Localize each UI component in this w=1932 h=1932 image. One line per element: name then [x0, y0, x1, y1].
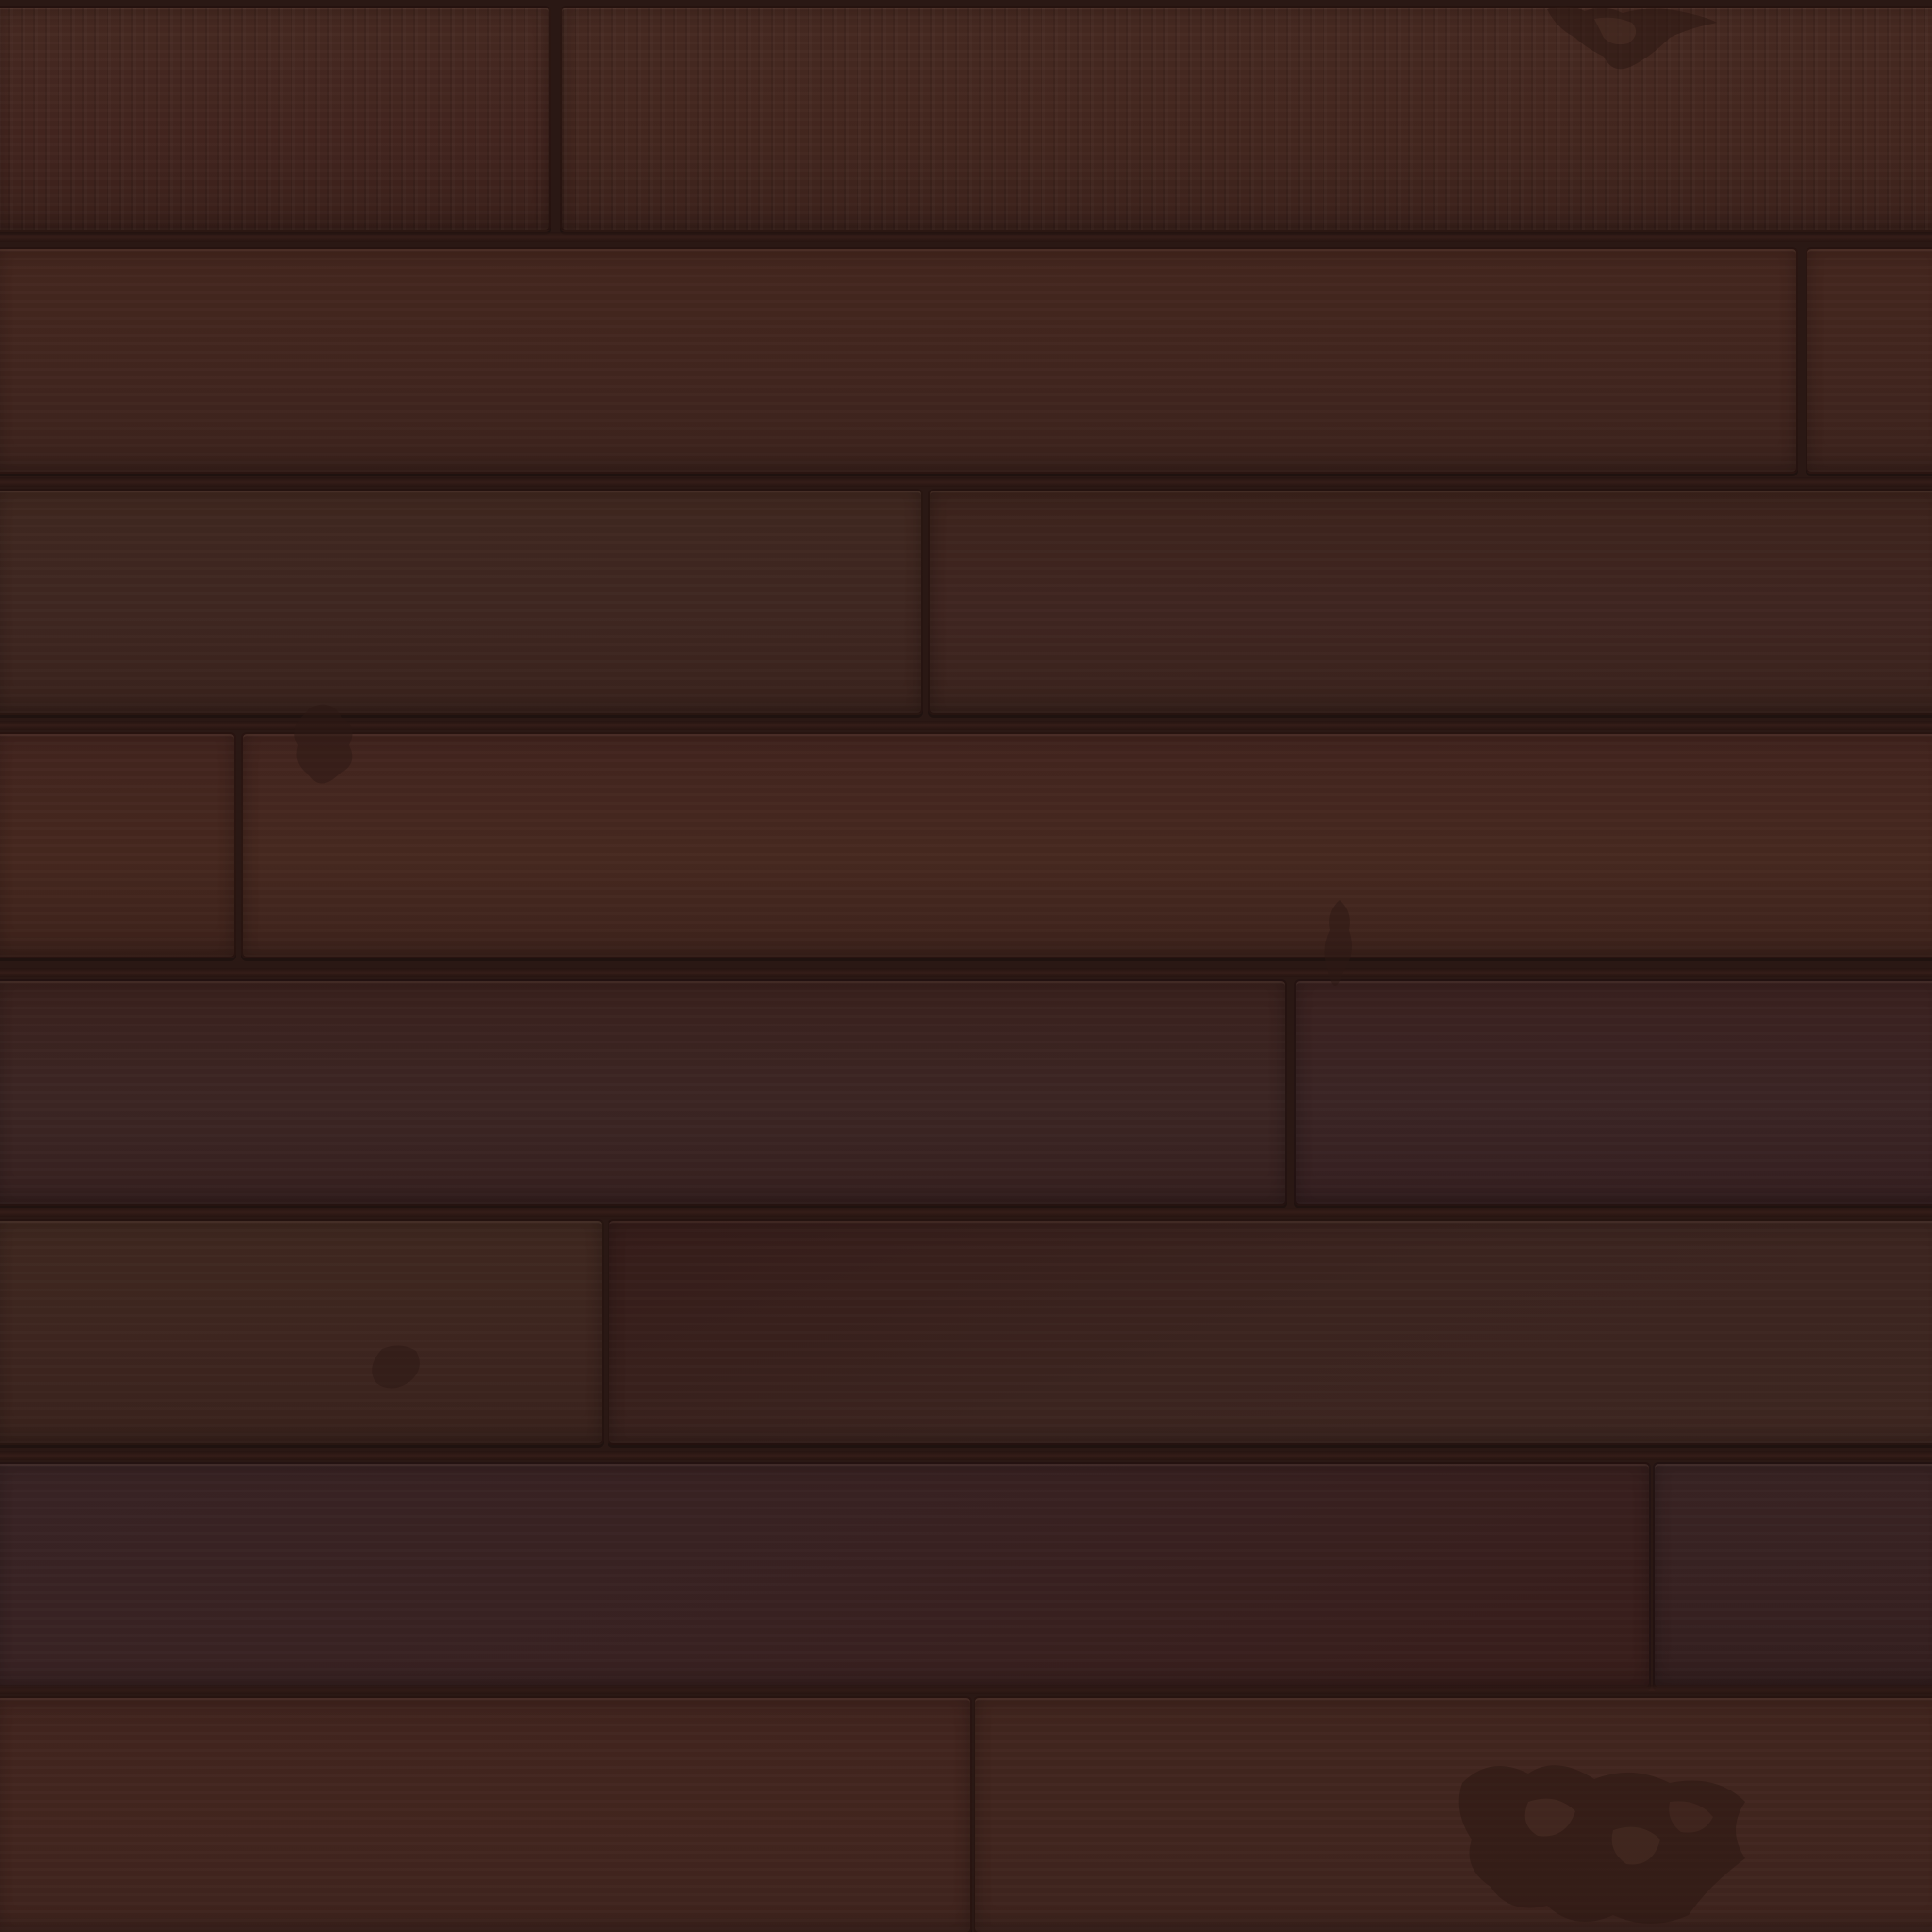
floor-plank [0, 979, 1287, 1206]
floor-plank [0, 1219, 604, 1445]
plank-row-3 [0, 483, 1932, 724]
floor-plank [0, 1696, 972, 1932]
floor-plank [0, 6, 551, 232]
floor-plank [0, 489, 923, 715]
stain-icon [294, 704, 353, 784]
plank-row-7 [0, 1457, 1932, 1698]
floor-plank [1294, 979, 1932, 1206]
stain-icon [1324, 900, 1352, 986]
floor-plank [928, 489, 1932, 715]
floor-plank [608, 1219, 1932, 1445]
floor-plank [0, 732, 236, 958]
floor-plank [1806, 247, 1932, 474]
plank-row-2 [0, 242, 1932, 483]
stain-icon [372, 1345, 420, 1389]
floor-plank [242, 732, 1932, 958]
chipped-paint-icon [1547, 6, 1717, 70]
wood-floor-background [0, 0, 1932, 1932]
plank-seam [0, 232, 1932, 242]
plank-row-5 [0, 974, 1932, 1215]
floor-plank [0, 1462, 1651, 1689]
chipped-paint-icon [1458, 1765, 1745, 1924]
floor-plank [0, 247, 1798, 474]
floor-plank [1653, 1462, 1932, 1689]
plank-row-6 [0, 1213, 1932, 1455]
